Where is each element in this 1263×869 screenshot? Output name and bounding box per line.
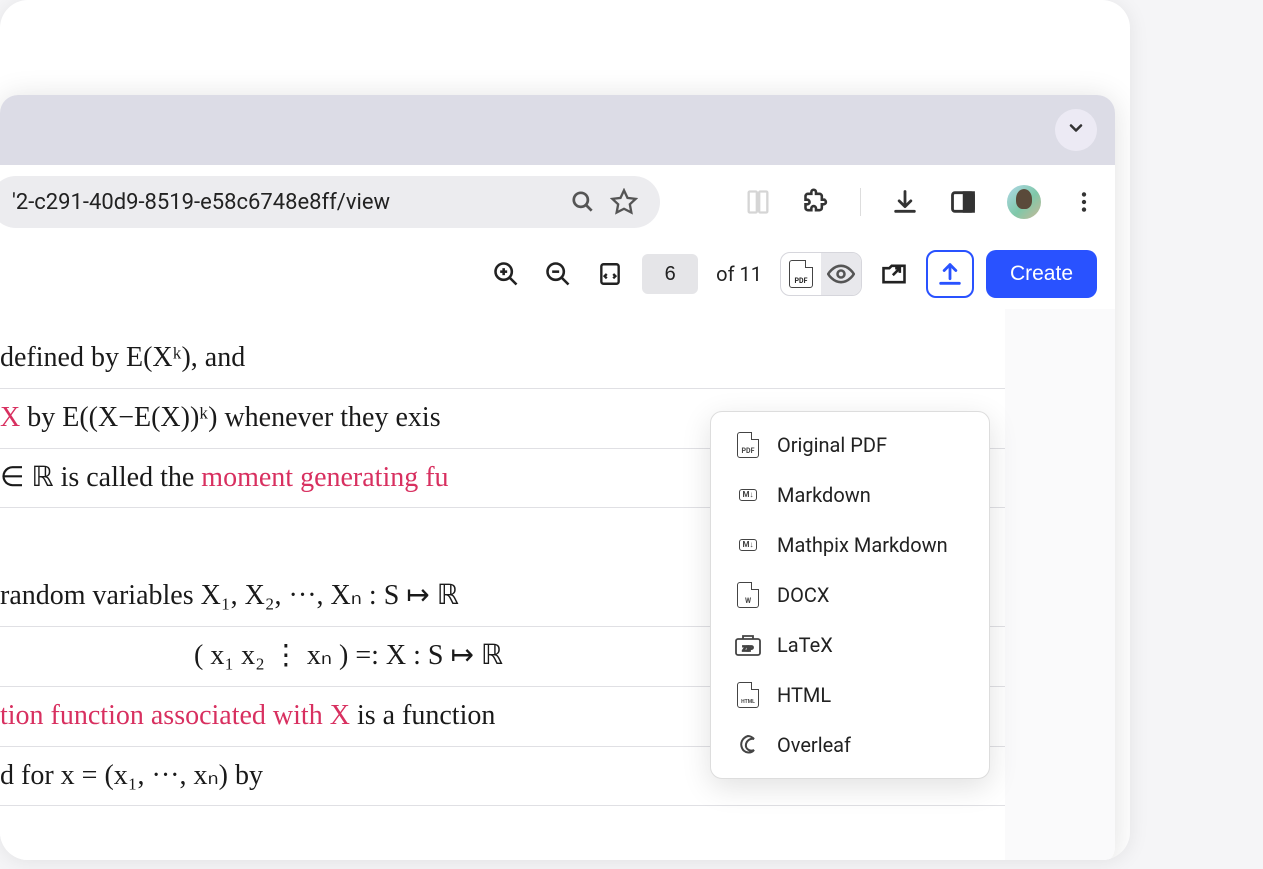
search-icon[interactable] [570, 189, 596, 215]
export-item-label: DOCX [777, 583, 829, 607]
svg-text:ZIP: ZIP [743, 646, 754, 653]
tab-list-button[interactable] [1055, 109, 1097, 151]
export-item-label: Original PDF [777, 433, 887, 457]
latex-icon: ZIP [735, 632, 761, 658]
divider [860, 188, 861, 216]
address-bar[interactable]: '2-c291-40d9-8519-e58c6748e8ff/view [0, 176, 660, 228]
pdf-view-button[interactable]: PDF [781, 253, 821, 295]
markdown-icon: M↓ [735, 482, 761, 508]
pdf-icon: PDF [789, 260, 813, 288]
export-item-docx[interactable]: W DOCX [711, 570, 989, 620]
profile-avatar[interactable] [1007, 185, 1041, 219]
zoom-out-button[interactable] [538, 254, 578, 294]
url-text: '2-c291-40d9-8519-e58c6748e8ff/view [12, 190, 556, 215]
export-item-label: Overleaf [777, 733, 851, 757]
export-item-latex[interactable]: ZIP LaTeX [711, 620, 989, 670]
eye-icon [827, 260, 855, 288]
export-item-label: Mathpix Markdown [777, 533, 948, 557]
mathpix-markdown-icon: M↓ [735, 532, 761, 558]
browser-toolbar-icons [704, 185, 1097, 219]
more-menu-icon[interactable] [1071, 189, 1097, 215]
html-icon: HTML [735, 682, 761, 708]
upload-icon [936, 260, 964, 288]
book-icon[interactable] [744, 188, 772, 216]
docx-icon: W [735, 582, 761, 608]
doc-line: defined by E(Xᵏ), and [0, 329, 1005, 389]
extensions-icon[interactable] [802, 188, 830, 216]
browser-address-row: '2-c291-40d9-8519-e58c6748e8ff/view [0, 165, 1115, 239]
sidepanel-icon[interactable] [949, 188, 977, 216]
export-button[interactable] [926, 250, 974, 298]
download-icon[interactable] [891, 188, 919, 216]
export-dropdown-menu: PDF Original PDF M↓ Markdown M↓ Mathpix … [710, 411, 990, 779]
open-folder-button[interactable] [874, 254, 914, 294]
browser-tab-bar [0, 95, 1115, 165]
export-item-html[interactable]: HTML HTML [711, 670, 989, 720]
export-item-label: LaTeX [777, 633, 833, 657]
export-item-overleaf[interactable]: Overleaf [711, 720, 989, 770]
page-of-label: of 11 [716, 262, 762, 286]
create-button[interactable]: Create [986, 250, 1097, 298]
fit-page-button[interactable] [590, 254, 630, 294]
outer-frame: '2-c291-40d9-8519-e58c6748e8ff/view [0, 0, 1130, 860]
export-item-label: Markdown [777, 483, 871, 507]
bookmark-star-icon[interactable] [610, 188, 638, 216]
overleaf-icon [735, 732, 761, 758]
export-item-mathpix-markdown[interactable]: M↓ Mathpix Markdown [711, 520, 989, 570]
page-number-input[interactable] [642, 254, 698, 294]
export-item-label: HTML [777, 683, 831, 707]
browser-window: '2-c291-40d9-8519-e58c6748e8ff/view [0, 95, 1115, 860]
chevron-down-icon [1066, 118, 1086, 142]
export-item-markdown[interactable]: M↓ Markdown [711, 470, 989, 520]
zoom-in-button[interactable] [486, 254, 526, 294]
export-item-original-pdf[interactable]: PDF Original PDF [711, 420, 989, 470]
viewer-toolbar: of 11 PDF Create [0, 239, 1115, 309]
pdf-icon: PDF [735, 432, 761, 458]
view-mode-group: PDF [780, 252, 862, 296]
preview-view-button[interactable] [821, 253, 861, 295]
